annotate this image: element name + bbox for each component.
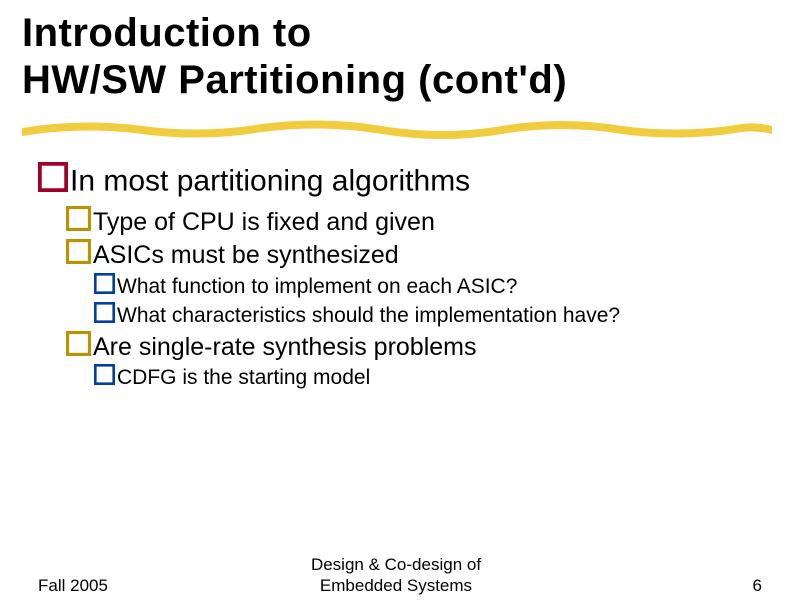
y-bullet-icon [66,331,91,356]
x-bullet-icon [94,302,115,323]
footer-title: Design & Co-design of Embedded Systems [0,555,792,596]
bullet-text: Type of CPU is fixed and given [93,208,435,236]
page-number: 6 [753,576,762,596]
bullet-level3: What characteristics should the implemen… [94,302,762,329]
bullet-text: ASICs must be synthesized [93,241,399,269]
bullet-text: Are single-rate synthesis problems [93,333,477,361]
slide-title: Introduction to HW/SW Partitioning (cont… [22,10,567,104]
content-area: In most partitioning algorithms Type of … [38,162,762,393]
bullet-level2: ASICs must be synthesized [66,239,762,270]
bullet-level2: Are single-rate synthesis problems [66,331,762,362]
bullet-text: What function to implement on each ASIC? [117,274,517,297]
bullet-level3: What function to implement on each ASIC? [94,273,762,300]
bullet-level2: Type of CPU is fixed and given [66,206,762,237]
x-bullet-icon [94,364,115,385]
y-bullet-icon [66,206,91,231]
y-bullet-icon [66,239,91,264]
slide: Introduction to HW/SW Partitioning (cont… [0,0,792,612]
bullet-text: CDFG is the starting model [117,366,370,389]
bullet-level3: CDFG is the starting model [94,364,762,391]
bullet-text: In most partitioning algorithms [70,165,470,198]
z-bullet-icon [38,162,68,192]
x-bullet-icon [94,273,115,294]
bullet-text: What characteristics should the implemen… [117,304,620,327]
title-underline [22,112,772,140]
bullet-level1: In most partitioning algorithms [38,162,762,200]
